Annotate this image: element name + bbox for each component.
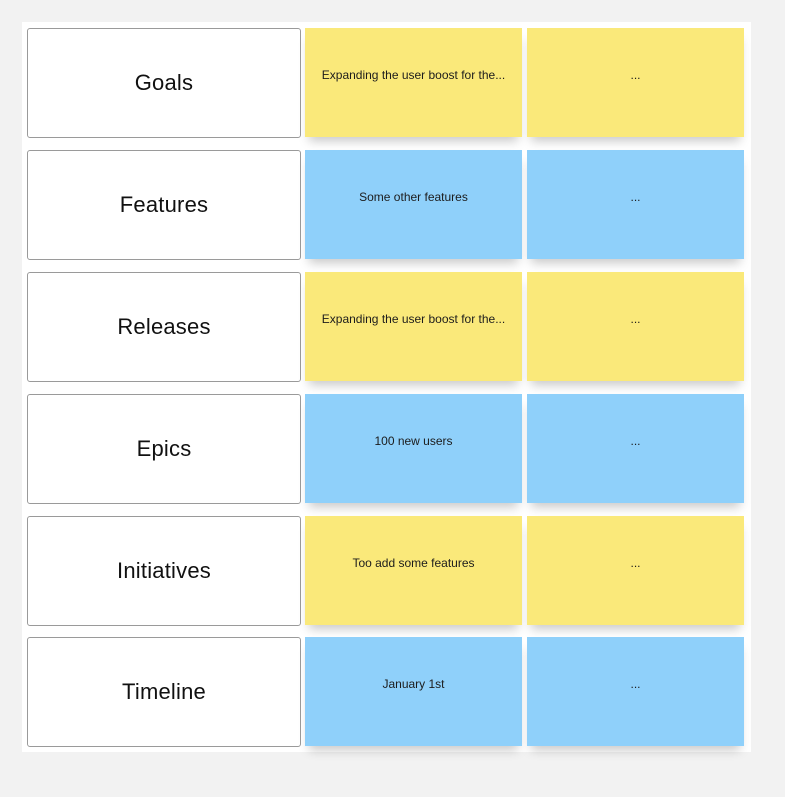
row-label: Initiatives <box>117 558 211 583</box>
sticky-note-text: January 1st <box>382 676 445 691</box>
row-label-box[interactable]: Goals <box>27 28 301 138</box>
row-label-box[interactable]: Initiatives <box>27 516 301 626</box>
sticky-note-text: ... <box>630 311 641 326</box>
sticky-note[interactable]: ... <box>527 28 744 137</box>
sticky-note-text: Some other features <box>359 189 468 204</box>
row-epics: Epics 100 new users ... <box>22 394 751 504</box>
row-timeline: Timeline January 1st ... <box>22 637 751 747</box>
sticky-note[interactable]: Expanding the user boost for the... <box>305 272 522 381</box>
sticky-note-text: Expanding the user boost for the... <box>321 67 506 82</box>
row-label-box[interactable]: Releases <box>27 272 301 382</box>
board-panel: Goals Expanding the user boost for the..… <box>22 22 751 752</box>
sticky-note[interactable]: January 1st <box>305 637 522 746</box>
sticky-note-text: ... <box>630 555 641 570</box>
row-features: Features Some other features ... <box>22 150 751 260</box>
sticky-note[interactable]: Too add some features <box>305 516 522 625</box>
row-label: Timeline <box>122 679 206 704</box>
sticky-note[interactable]: ... <box>527 516 744 625</box>
sticky-note[interactable]: ... <box>527 394 744 503</box>
row-label: Goals <box>134 70 194 95</box>
row-goals: Goals Expanding the user boost for the..… <box>22 28 751 138</box>
sticky-note-text: Too add some features <box>352 555 475 570</box>
sticky-note-text: ... <box>630 189 641 204</box>
row-label-box[interactable]: Timeline <box>27 637 301 747</box>
sticky-note-text: Expanding the user boost for the... <box>321 311 506 326</box>
sticky-note[interactable]: ... <box>527 637 744 746</box>
sticky-note[interactable]: Some other features <box>305 150 522 259</box>
row-label: Epics <box>136 436 192 461</box>
row-label: Features <box>119 192 209 217</box>
sticky-note-text: ... <box>630 433 641 448</box>
sticky-note[interactable]: 100 new users <box>305 394 522 503</box>
sticky-note-text: ... <box>630 676 641 691</box>
row-releases: Releases Expanding the user boost for th… <box>22 272 751 382</box>
row-label-box[interactable]: Epics <box>27 394 301 504</box>
sticky-note[interactable]: ... <box>527 150 744 259</box>
sticky-note[interactable]: Expanding the user boost for the... <box>305 28 522 137</box>
row-initiatives: Initiatives Too add some features ... <box>22 516 751 626</box>
row-label: Releases <box>117 314 211 339</box>
sticky-note-text: 100 new users <box>374 433 453 448</box>
sticky-note[interactable]: ... <box>527 272 744 381</box>
sticky-note-text: ... <box>630 67 641 82</box>
row-label-box[interactable]: Features <box>27 150 301 260</box>
